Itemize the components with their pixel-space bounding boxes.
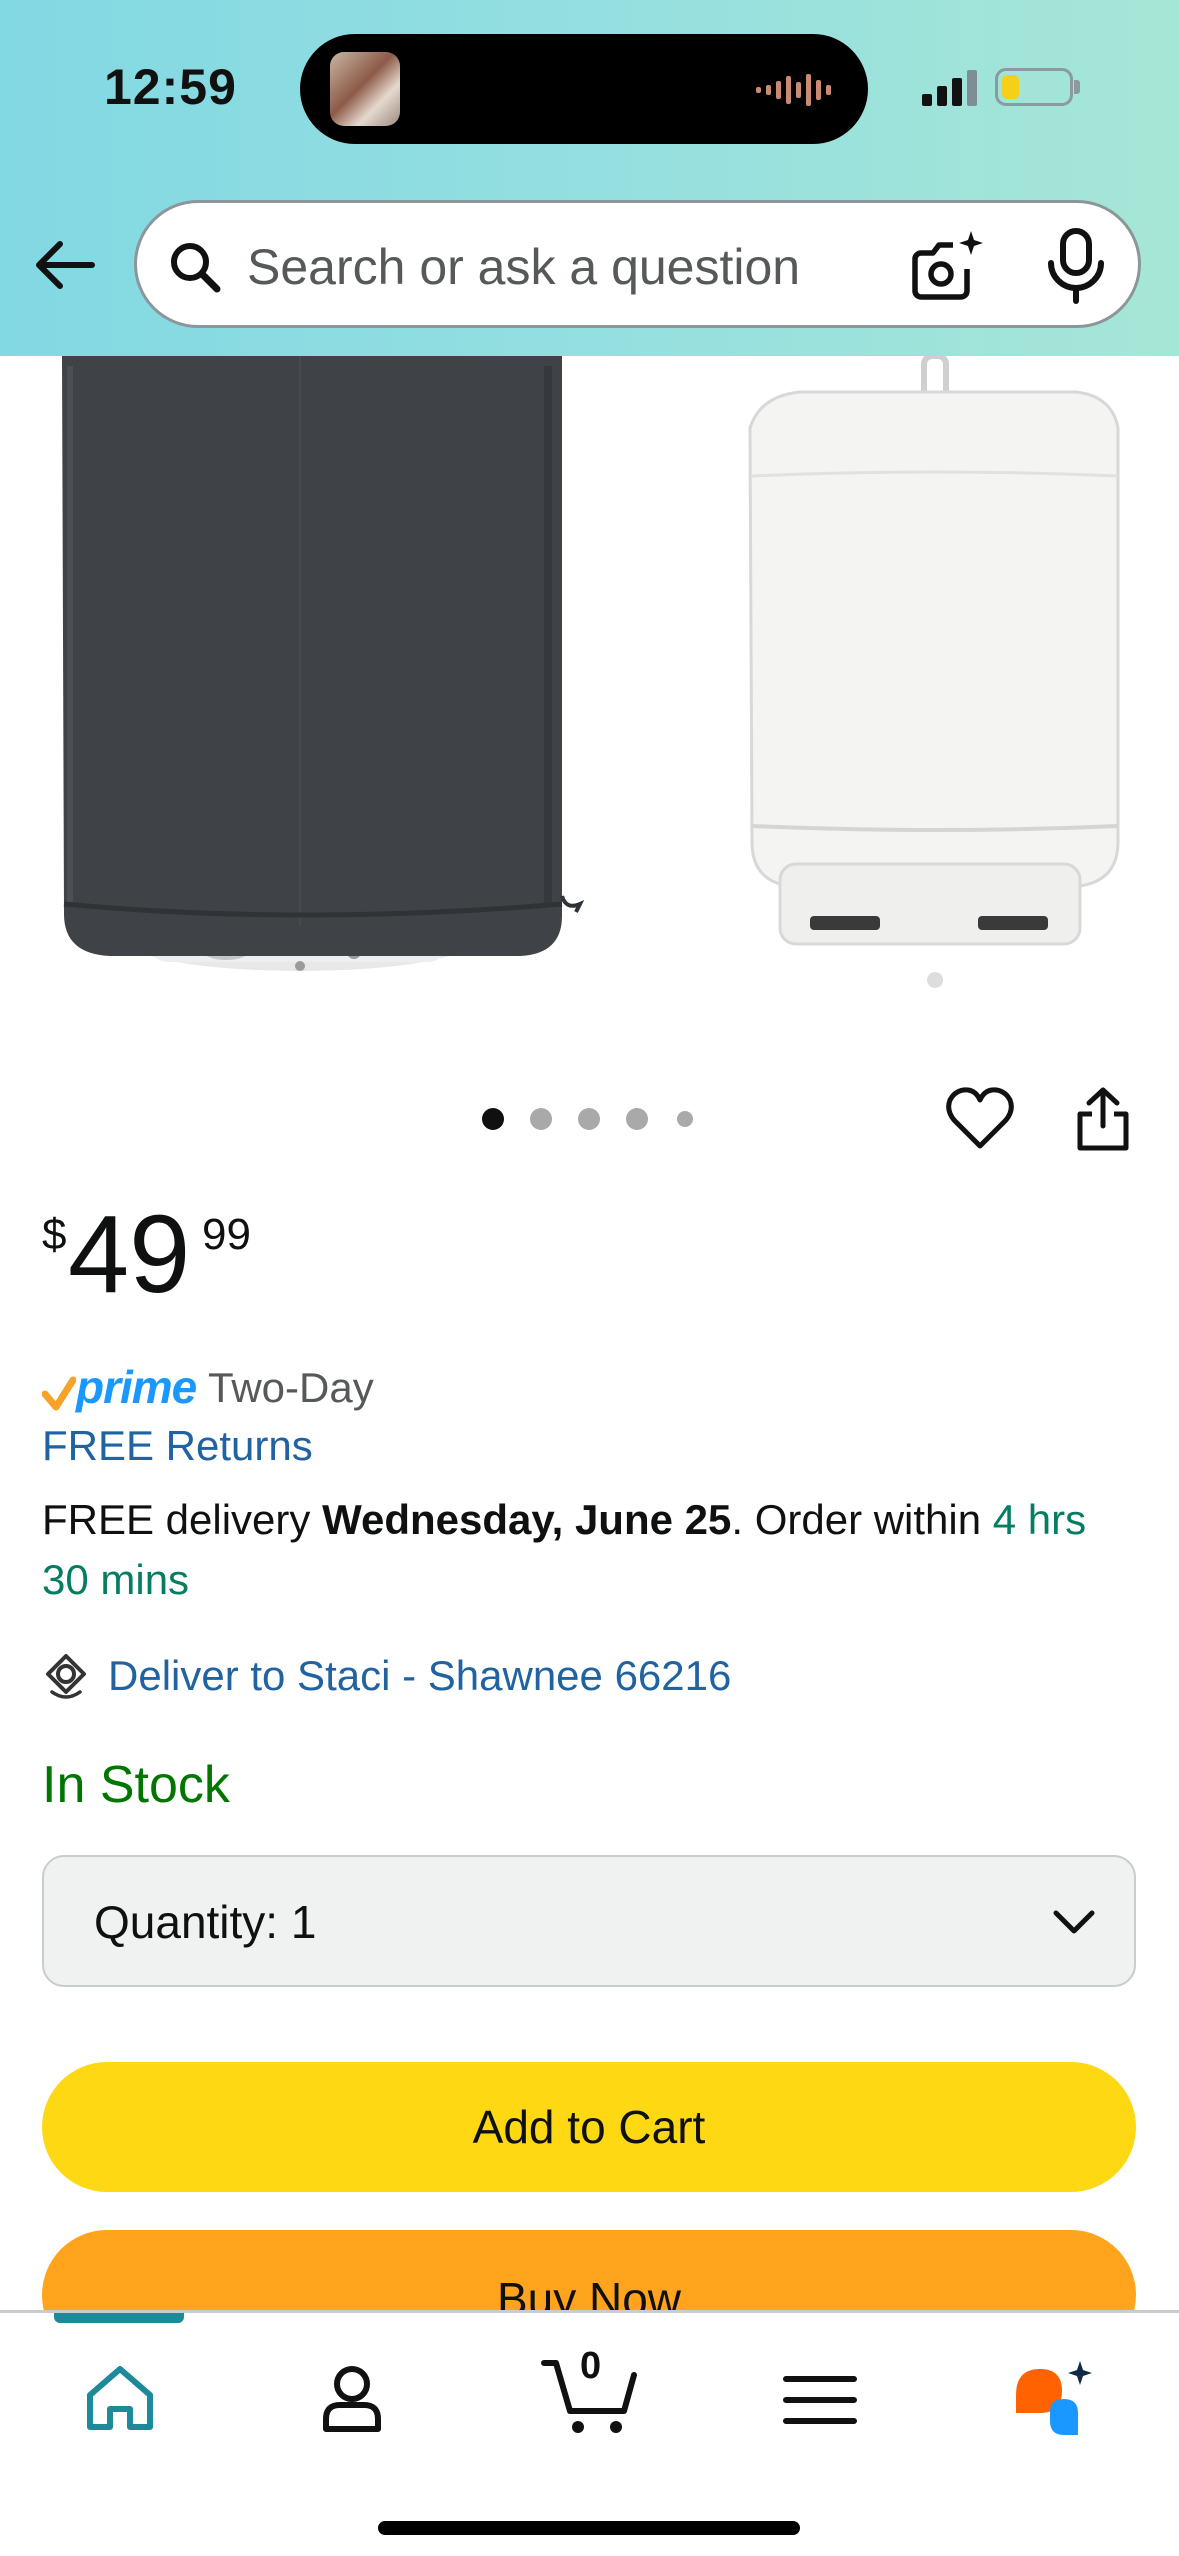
camera-sparkle-icon[interactable] [907, 225, 989, 307]
heart-icon[interactable] [944, 1084, 1016, 1152]
quantity-select[interactable]: Quantity: 1 [42, 1855, 1136, 1987]
carousel-dot[interactable] [626, 1108, 648, 1130]
home-indicator [378, 2521, 800, 2535]
carousel-dot[interactable] [482, 1108, 504, 1130]
deliver-to-link[interactable]: Deliver to Staci - Shawnee 66216 [108, 1652, 731, 1700]
carousel-dot[interactable] [677, 1111, 693, 1127]
add-to-cart-button[interactable]: Add to Cart [42, 2062, 1136, 2192]
menu-icon[interactable] [780, 2365, 860, 2435]
audio-waveform-icon [756, 74, 831, 106]
quantity-label: Quantity: 1 [94, 1895, 316, 1949]
search-icon [171, 243, 221, 293]
cellular-signal-icon [922, 70, 977, 106]
prime-check-icon [42, 1376, 76, 1411]
price-currency: $ [42, 1210, 67, 1259]
status-time: 12:59 [104, 59, 237, 115]
delivery-prefix: FREE delivery [42, 1496, 323, 1543]
carousel-dot[interactable] [530, 1108, 552, 1130]
cart-count: 0 [580, 2345, 602, 2387]
share-icon[interactable] [1072, 1086, 1134, 1152]
quantity-value: 1 [290, 1896, 317, 1948]
delivery-date: Wednesday, June 25 [322, 1496, 732, 1543]
dynamic-island[interactable] [300, 34, 868, 144]
quantity-label-text: Quantity: [94, 1896, 279, 1948]
microphone-icon[interactable] [1037, 225, 1115, 307]
battery-icon [995, 68, 1073, 106]
price-fraction: 99 [202, 1210, 251, 1259]
rufus-icon[interactable] [1010, 2355, 1096, 2441]
back-arrow-icon[interactable] [30, 230, 100, 300]
battery-level [1002, 75, 1019, 99]
stock-status: In Stock [42, 1756, 230, 1814]
home-icon[interactable] [80, 2359, 160, 2439]
product-image[interactable] [0, 356, 1179, 1036]
price-whole: 49 [68, 1193, 191, 1316]
product-photo [62, 356, 1120, 988]
search-bar[interactable] [134, 200, 1141, 328]
delivery-estimate: FREE delivery Wednesday, June 25. Order … [42, 1490, 1142, 1610]
delivery-order-within: . Order within [731, 1496, 993, 1543]
bottom-nav: 0 [0, 2310, 1179, 2556]
carousel-dot[interactable] [578, 1108, 600, 1130]
battery-tip [1074, 80, 1080, 94]
search-input[interactable] [247, 237, 867, 297]
image-carousel-dots[interactable] [480, 1106, 700, 1132]
location-pin-icon [46, 1654, 86, 1699]
account-icon[interactable] [312, 2359, 392, 2439]
nav-active-indicator [54, 2313, 184, 2323]
now-playing-thumbnail [330, 52, 400, 126]
top-header: 12:59 [0, 0, 1179, 356]
chevron-down-icon [1053, 1910, 1095, 1934]
prime-speed: Two-Day [208, 1364, 374, 1411]
prime-logo-text: prime [76, 1361, 197, 1413]
free-returns-link[interactable]: FREE Returns [42, 1422, 313, 1470]
